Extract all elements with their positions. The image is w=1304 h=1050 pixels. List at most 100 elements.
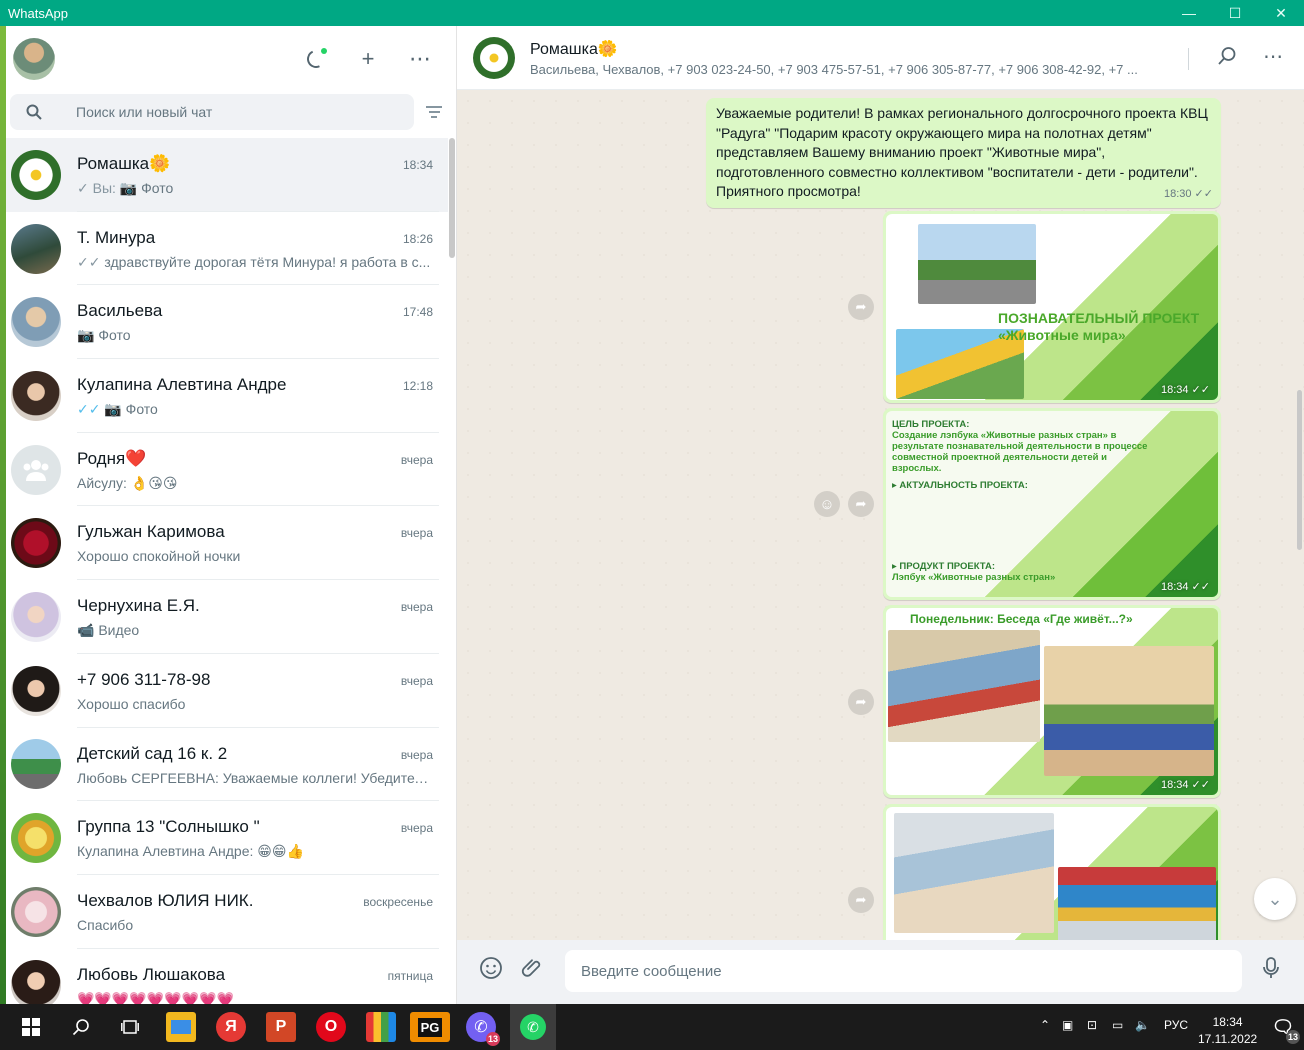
chat-avatar (11, 223, 61, 274)
forward-icon[interactable]: ➦ (848, 689, 874, 715)
image-thumbnail: ПОЗНАВАТЕЛЬНЫЙ ПРОЕКТ «Животные мира» 18… (886, 214, 1218, 400)
chat-time: вчера (400, 600, 433, 615)
chat-item[interactable]: Чехвалов ЮЛИЯ НИК. воскресенье Спасибо (6, 875, 448, 949)
clock[interactable]: 18:34 17.11.2022 (1198, 1014, 1257, 1048)
chat-avatar (11, 739, 61, 790)
slide-heading: ЦЕЛЬ ПРОЕКТА: (892, 419, 970, 430)
chat-item[interactable]: Васильева 17:48 📷 Фото (6, 285, 448, 360)
chat-item[interactable]: Ромашка🌼 18:34 ✓ Вы: 📷 Фото (6, 138, 448, 212)
volume-icon[interactable]: 🔈 (1135, 1018, 1150, 1032)
status-icon[interactable] (301, 44, 331, 74)
powerpoint-icon[interactable]: P (266, 1012, 296, 1042)
maximize-button[interactable]: ☐ (1212, 0, 1258, 26)
close-button[interactable]: ✕ (1258, 0, 1304, 26)
notifications-icon[interactable]: 🗨 13 (1268, 1012, 1300, 1044)
image-message[interactable]: ЦЕЛЬ ПРОЕКТА: Создание лэпбука «Животные… (883, 408, 1221, 600)
message-input[interactable]: Введите сообщение (565, 950, 1242, 992)
chat-preview: Кулапина Алевтина Андре: 😁😁👍 (77, 843, 304, 860)
language-indicator[interactable]: РУС (1164, 1018, 1188, 1032)
conversation-menu-icon[interactable]: ⋯ (1263, 44, 1284, 69)
search-box[interactable] (10, 94, 414, 130)
chat-item[interactable]: Детский сад 16 к. 2 вчера Любовь СЕРГЕЕВ… (6, 728, 448, 802)
menu-icon[interactable]: ⋯ (405, 44, 435, 74)
chat-item[interactable]: Любовь Люшакова пятница 💗💗💗💗💗💗💗💗💗 (6, 949, 448, 1004)
chat-preview: здравствуйте дорогая тётя Минура! я рабо… (104, 253, 431, 270)
conversation-header[interactable]: Ромашка🌼 Васильева, Чехвалов, +7 903 023… (457, 26, 1304, 90)
image-time: 18:34 ✓✓ (1160, 779, 1210, 791)
chat-name: Ромашка (77, 154, 150, 173)
filter-icon[interactable] (426, 106, 442, 120)
chat-item[interactable]: Кулапина Алевтина Андре 12:18 ✓✓ 📷 Фото (6, 359, 448, 433)
windows-taskbar: Я P O PG ✆ 13 ✆ ⌃ ▣ ⊡ ▭ 🔈 РУС 18:34 17.1… (0, 1004, 1304, 1050)
chat-item[interactable]: Гульжан Каримова вчера Хорошо спокойной … (6, 506, 448, 581)
conversation-participants: Васильева, Чехвалов, +7 903 023-24-50, +… (530, 62, 1138, 77)
tray-network-app-icon[interactable]: ⊡ (1087, 1018, 1097, 1032)
chat-name: Т. Минура (77, 227, 156, 247)
conversation-pane: Ромашка🌼 Васильева, Чехвалов, +7 903 023… (457, 26, 1304, 1004)
minimize-button[interactable]: — (1166, 0, 1212, 26)
slide-heading: ПОЗНАВАТЕЛЬНЫЙ ПРОЕКТ «Животные мира» (998, 310, 1200, 343)
chat-preview: Спасибо (77, 916, 134, 933)
chat-name: Васильева (77, 301, 163, 321)
chat-item[interactable]: Т. Минура 18:26 ✓✓ здравствуйте дорогая … (6, 212, 448, 286)
clock-date: 17.11.2022 (1198, 1032, 1258, 1046)
tray-chevron-icon[interactable]: ⌃ (1040, 1018, 1050, 1032)
chat-list-scrollbar[interactable] (449, 138, 455, 258)
forward-icon[interactable]: ➦ (848, 294, 874, 320)
reaction-icon[interactable]: ☺ (814, 491, 840, 517)
chat-avatar (11, 149, 61, 200)
chat-avatar (11, 665, 61, 716)
chat-item[interactable]: Группа 13 "Солнышко " вчера Кулапина Але… (6, 801, 448, 875)
image-message[interactable]: Понедельник: Беседа «Где живёт...?» 18:3… (883, 605, 1221, 798)
chat-avatar (11, 886, 61, 937)
tray-app-icon[interactable]: ▣ (1062, 1018, 1073, 1032)
image-time: 18:34 ✓✓ (1160, 581, 1210, 593)
chat-time: вчера (400, 821, 433, 836)
viber-icon[interactable]: ✆ 13 (466, 1012, 500, 1046)
yandex-browser-icon[interactable]: Я (216, 1012, 246, 1042)
conversation-title: Ромашка (530, 41, 598, 58)
attach-icon[interactable] (521, 956, 545, 986)
chat-time: вчера (400, 452, 433, 467)
chat-time: вчера (400, 673, 433, 688)
opera-icon[interactable]: O (316, 1012, 346, 1042)
emoji-icon[interactable] (479, 956, 503, 986)
search-icon[interactable] (66, 1012, 96, 1042)
slide-heading: Понедельник: Беседа «Где живёт...?» (910, 612, 1133, 626)
chat-item[interactable]: Родня❤️ вчера Айсулу: 👌😘😘 (6, 433, 448, 507)
chat-time: воскресенье (363, 894, 433, 909)
message-scrollbar[interactable] (1297, 390, 1302, 550)
forward-icon[interactable]: ➦ (848, 887, 874, 913)
task-view-icon[interactable] (115, 1012, 145, 1042)
search-messages-icon[interactable] (1217, 46, 1237, 72)
file-explorer-icon[interactable] (166, 1012, 196, 1042)
chat-avatar (11, 591, 61, 642)
chat-item[interactable]: Чернухина Е.Я. вчера 📹 Видео (6, 580, 448, 654)
conversation-avatar[interactable] (473, 37, 515, 79)
chat-avatar (11, 813, 61, 864)
winrar-icon[interactable] (366, 1012, 396, 1042)
sent-tick-icon: ✓ Вы: (77, 180, 120, 196)
image-message[interactable] (883, 804, 1221, 940)
start-icon[interactable] (16, 1012, 46, 1042)
search-icon (10, 104, 58, 120)
chat-time: 17:48 (402, 305, 433, 320)
image-thumbnail: ЦЕЛЬ ПРОЕКТА: Создание лэпбука «Животные… (886, 411, 1218, 597)
read-tick-icon: ✓✓ (77, 253, 105, 270)
forward-icon[interactable]: ➦ (848, 491, 874, 517)
chat-item[interactable]: +7 906 311-78-98 вчера Хорошо спасибо (6, 654, 448, 728)
pg-app-icon[interactable]: PG (410, 1012, 450, 1042)
whatsapp-taskbar-icon[interactable]: ✆ (510, 1004, 556, 1050)
network-icon[interactable]: ▭ (1112, 1018, 1123, 1032)
search-input[interactable] (58, 104, 378, 120)
image-message[interactable]: ПОЗНАВАТЕЛЬНЫЙ ПРОЕКТ «Животные мира» 18… (883, 211, 1221, 403)
text-message[interactable]: Уважаемые родители! В рамках регионально… (706, 98, 1221, 208)
scroll-down-button[interactable]: ⌄ (1254, 878, 1296, 920)
new-chat-icon[interactable]: + (353, 44, 383, 74)
window-titlebar: WhatsApp — ☐ ✕ (0, 0, 1304, 26)
viber-badge: 13 (486, 1032, 500, 1046)
my-avatar[interactable] (13, 38, 55, 80)
microphone-icon[interactable] (1262, 956, 1280, 986)
slide-text: Создание лэпбука «Животные разных стран»… (892, 430, 1148, 474)
chat-name: Родня (77, 448, 126, 468)
